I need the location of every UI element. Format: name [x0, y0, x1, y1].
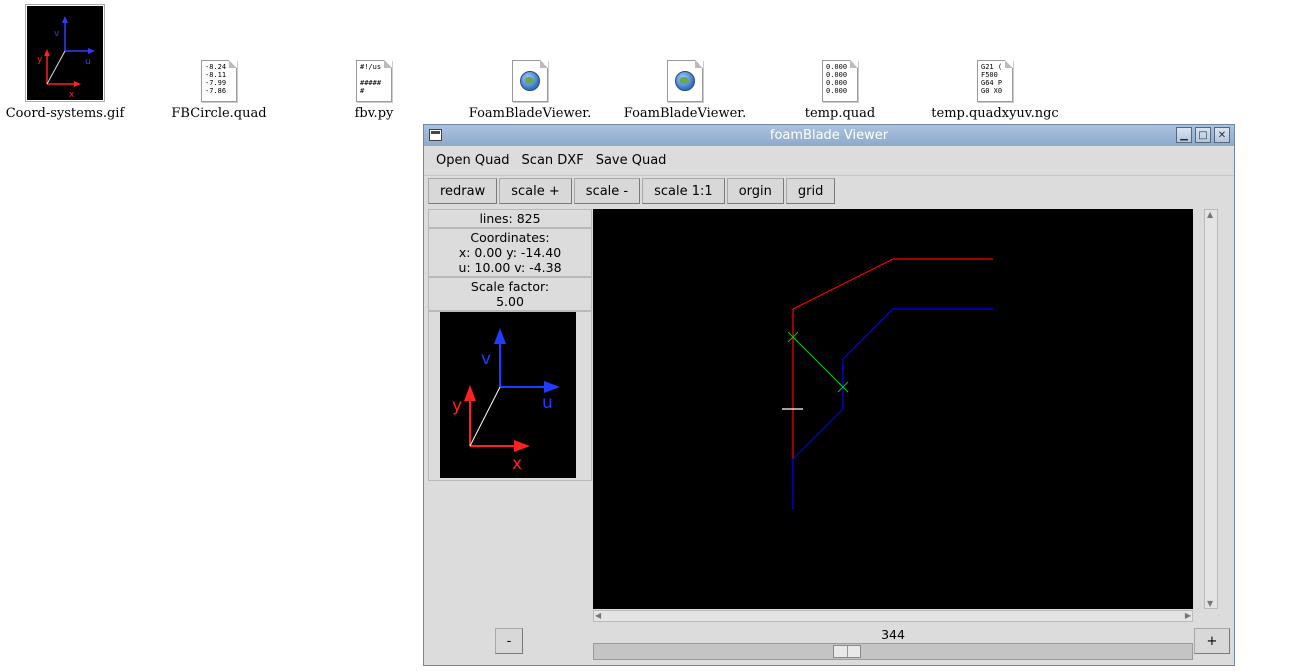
slider-value: 344: [881, 627, 905, 642]
thumb-v: v: [54, 29, 60, 39]
desktop-icon-foambladeviewer-1[interactable]: FoamBladeViewer.: [465, 4, 595, 121]
scale-factor-label: Scale factor:: [470, 279, 550, 294]
foamblade-viewer-window: foamBlade Viewer ▁ □ ✕ Open Quad Scan DX…: [423, 124, 1235, 666]
coordinates-label: Coordinates:: [470, 230, 550, 245]
desktop-icon-label: Coord-systems.gif: [5, 106, 125, 121]
close-button[interactable]: ✕: [1214, 127, 1230, 143]
text-file-icon: G21 ( F500 G64 P G0 X0: [977, 60, 1013, 102]
scroll-down-icon[interactable]: ▼: [1207, 599, 1213, 608]
grid-button[interactable]: grid: [785, 178, 836, 204]
text-file-icon: -8.24 -8.11 -7.99 -7.86: [201, 60, 237, 102]
scale-box: Scale factor: 5.00: [428, 277, 592, 311]
coordinates-xy: x: 0.00 y: -14.40: [458, 245, 562, 260]
desktop-icon-coord-systems[interactable]: v u y x Coord-systems.gif: [0, 4, 130, 121]
scale-minus-button[interactable]: scale -: [573, 178, 641, 204]
web-file-icon: [667, 60, 703, 102]
axes-diagram: v u y x: [428, 311, 592, 481]
axis-x-label: x: [512, 454, 522, 474]
vertical-scrollbar[interactable]: ▲ ▼: [1204, 209, 1218, 609]
desktop-icon-label: FoamBladeViewer.: [623, 106, 747, 121]
desktop-icon-foambladeviewer-2[interactable]: FoamBladeViewer.: [620, 4, 750, 121]
axis-v-label: v: [481, 349, 491, 369]
menu-open-quad[interactable]: Open Quad: [430, 153, 516, 168]
link-line: [792, 336, 844, 388]
scroll-up-icon[interactable]: ▲: [1207, 210, 1213, 219]
slider-thumb[interactable]: [833, 645, 861, 658]
desktop-icon-fbv-py[interactable]: #!/us ##### # fbv.py: [309, 4, 439, 121]
text-file-icon: #!/us ##### #: [356, 60, 392, 102]
desktop-icon-fbcircle-quad[interactable]: -8.24 -8.11 -7.99 -7.86 FBCircle.quad: [154, 4, 284, 121]
orgin-button[interactable]: orgin: [726, 178, 784, 204]
desktop: v u y x Coord-systems.gif -8.24 -8.11 -7…: [0, 0, 1292, 671]
scale-1-1-button[interactable]: scale 1:1: [642, 178, 725, 204]
menu-save-quad[interactable]: Save Quad: [590, 153, 673, 168]
title-bar[interactable]: foamBlade Viewer ▁ □ ✕: [424, 125, 1234, 146]
horizontal-scrollbar[interactable]: ◀ ▶: [593, 610, 1193, 622]
minus-button[interactable]: -: [495, 628, 523, 654]
window-title: foamBlade Viewer: [769, 128, 889, 143]
scale-factor-value: 5.00: [496, 294, 524, 309]
lines-count: lines: 825: [428, 209, 592, 228]
desktop-icon-temp-ngc[interactable]: G21 ( F500 G64 P G0 X0 temp.quadxyuv.ngc: [930, 4, 1060, 121]
plus-button[interactable]: +: [1194, 628, 1230, 654]
desktop-icon-label: fbv.py: [354, 106, 394, 121]
desktop-icon-label: temp.quad: [804, 106, 876, 121]
scroll-right-icon[interactable]: ▶: [1185, 611, 1191, 620]
scroll-left-icon[interactable]: ◀: [595, 611, 601, 620]
maximize-button[interactable]: □: [1195, 127, 1211, 143]
web-file-icon: [512, 60, 548, 102]
axis-y-label: y: [452, 396, 462, 416]
coordinates-box: Coordinates: x: 0.00 y: -14.40 u: 10.00 …: [428, 228, 592, 277]
desktop-icon-label: temp.quadxyuv.ngc: [931, 106, 1059, 121]
desktop-icon-label: FoamBladeViewer.: [468, 106, 592, 121]
uv-path: [792, 308, 993, 509]
info-panel: lines: 825 Coordinates: x: 0.00 y: -14.4…: [428, 209, 592, 481]
drawing-canvas[interactable]: [593, 209, 1193, 609]
scale-plus-button[interactable]: scale +: [499, 178, 572, 204]
thumb-y: y: [37, 55, 43, 65]
menu-scan-dxf[interactable]: Scan DXF: [516, 153, 590, 168]
redraw-button[interactable]: redraw: [428, 178, 498, 204]
position-slider[interactable]: [593, 643, 1193, 660]
minimize-button[interactable]: ▁: [1176, 127, 1192, 143]
thumb-u: u: [85, 57, 91, 67]
coordinates-uv: u: 10.00 v: -4.38: [458, 260, 562, 275]
menu-bar: Open Quad Scan DXF Save Quad: [424, 146, 1234, 176]
thumb-x: x: [69, 90, 75, 100]
desktop-icon-temp-quad[interactable]: 0.000 0.000 0.000 0.000 temp.quad: [775, 4, 905, 121]
text-file-icon: 0.000 0.000 0.000 0.000: [822, 60, 858, 102]
axes-diagram-image: v u y x: [440, 312, 576, 478]
image-thumbnail: v u y x: [25, 4, 105, 102]
desktop-icon-label: FBCircle.quad: [171, 106, 267, 121]
axis-u-label: u: [542, 393, 553, 413]
toolbar: redraw scale + scale - scale 1:1 orgin g…: [424, 176, 1234, 206]
